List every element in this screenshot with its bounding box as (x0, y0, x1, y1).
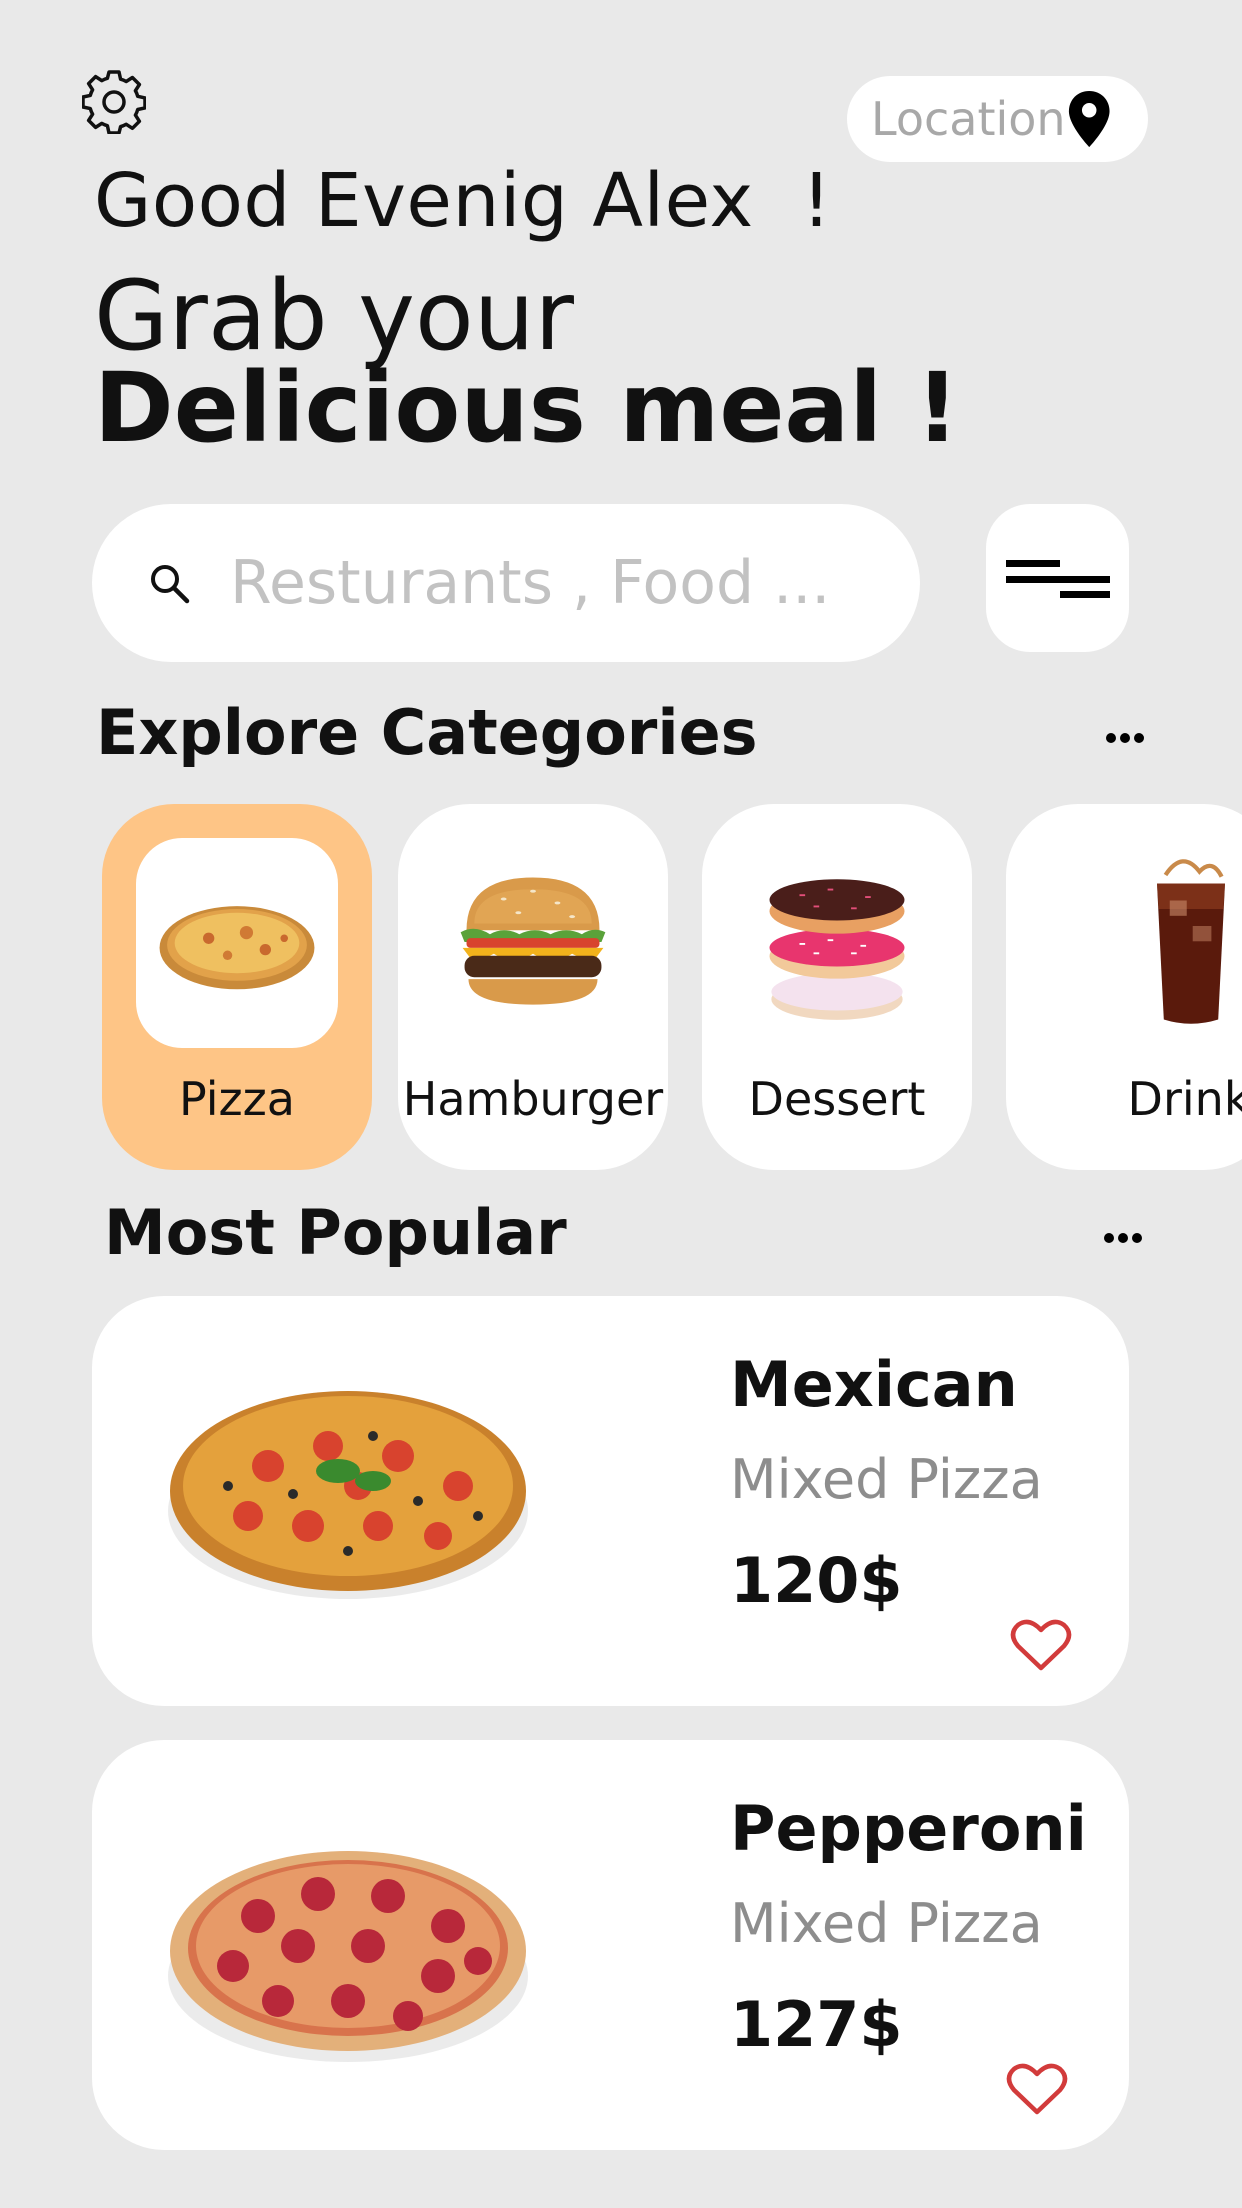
cola-image (1040, 838, 1242, 1048)
pepperoni-pizza-image (168, 1851, 528, 2062)
item-price: 120$ (730, 1544, 903, 1617)
category-dessert[interactable]: Dessert (702, 804, 972, 1170)
category-label: Pizza (179, 1072, 295, 1126)
settings-button[interactable] (81, 70, 147, 135)
heart-icon[interactable] (1006, 2062, 1068, 2116)
gear-icon (81, 70, 147, 135)
popular-more-icon[interactable] (1103, 1232, 1143, 1244)
headline-bold: Delicious meal ! (94, 352, 960, 464)
filter-button[interactable] (986, 504, 1129, 652)
category-label: Dessert (748, 1072, 926, 1126)
popular-item-pepperoni[interactable]: Pepperoni Mixed Pizza 127$ (92, 1740, 1129, 2150)
mexican-pizza-image (168, 1391, 528, 1599)
categories-title: Explore Categories (96, 696, 758, 769)
search-input[interactable] (228, 547, 832, 619)
categories-more-icon[interactable] (1105, 732, 1145, 744)
item-price: 127$ (730, 1988, 903, 2061)
popular-title: Most Popular (104, 1196, 567, 1269)
pizza-image (136, 838, 338, 1048)
popular-item-mexican[interactable]: Mexican Mixed Pizza 120$ (92, 1296, 1129, 1706)
category-drink[interactable]: Drink (1006, 804, 1242, 1170)
hamburger-image (432, 838, 634, 1048)
location-label: Location (871, 92, 1066, 146)
donuts-image (736, 838, 938, 1048)
search-bar[interactable] (92, 504, 920, 662)
category-label: Hamburger (402, 1072, 664, 1126)
location-selector[interactable]: Location (847, 76, 1148, 162)
category-label: Drink (1127, 1072, 1242, 1126)
greeting-text: Good Evenig Alex ! (94, 158, 832, 244)
category-pizza[interactable]: Pizza (102, 804, 372, 1170)
heart-icon[interactable] (1010, 1618, 1072, 1672)
item-type: Mixed Pizza (730, 1892, 1043, 1955)
category-hamburger[interactable]: Hamburger (398, 804, 668, 1170)
item-type: Mixed Pizza (730, 1448, 1043, 1511)
item-name: Pepperoni (730, 1792, 1087, 1865)
item-name: Mexican (730, 1348, 1018, 1421)
filter-icon (1005, 560, 1110, 598)
location-pin-icon (1068, 90, 1110, 148)
search-icon (151, 565, 190, 604)
